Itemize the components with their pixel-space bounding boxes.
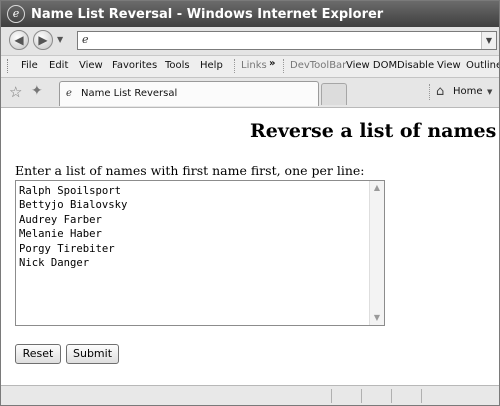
scroll-down-icon[interactable]: ▼ (370, 311, 384, 325)
menu-bar: File Edit View Favorites Tools Help Link… (1, 56, 499, 78)
devtoolbar-view-dom[interactable]: View DOM (346, 60, 397, 71)
add-favorites-icon[interactable]: ✦ (31, 83, 43, 99)
address-row: ◀ ▶ ▼ e ▼ (1, 27, 499, 56)
favorites-star-icon[interactable]: ☆ (9, 83, 22, 101)
menu-favorites[interactable]: Favorites (112, 60, 157, 71)
home-icon[interactable]: ⌂ (436, 84, 444, 99)
home-dropdown-icon[interactable]: ▼ (487, 88, 492, 96)
status-divider (331, 389, 332, 403)
scroll-up-icon[interactable]: ▲ (370, 181, 384, 195)
textarea-scrollbar[interactable]: ▲ ▼ (369, 181, 384, 325)
tab-name-list-reversal[interactable]: e Name List Reversal (59, 81, 319, 106)
names-textarea[interactable]: Ralph Spoilsport Bettyjo Bialovsky Audre… (15, 180, 385, 326)
devtoolbar-view[interactable]: View (437, 60, 461, 71)
menu-tools[interactable]: Tools (165, 60, 190, 71)
toolbar-grip[interactable] (7, 59, 11, 73)
address-dropdown-icon[interactable]: ▼ (481, 32, 496, 49)
address-input[interactable]: e ▼ (77, 31, 497, 50)
page-icon: e (66, 88, 72, 99)
menu-separator (234, 59, 235, 73)
menu-help[interactable]: Help (200, 60, 223, 71)
page-icon: e (82, 33, 89, 46)
browser-window: e Name List Reversal - Windows Internet … (0, 0, 500, 406)
page-content: Reverse a list of names Enter a list of … (1, 108, 499, 385)
forward-arrow-icon[interactable]: ▶ (33, 30, 53, 50)
status-divider (361, 389, 362, 403)
submit-button[interactable]: Submit (66, 344, 119, 364)
menu-edit[interactable]: Edit (49, 60, 68, 71)
status-divider (391, 389, 392, 403)
reset-button[interactable]: Reset (15, 344, 61, 364)
page-heading: Reverse a list of names (250, 120, 497, 142)
home-label[interactable]: Home (453, 86, 483, 97)
menu-view[interactable]: View (79, 60, 103, 71)
back-arrow-icon[interactable]: ◀ (9, 30, 29, 50)
names-text: Ralph Spoilsport Bettyjo Bialovsky Audre… (19, 185, 128, 270)
status-bar (1, 385, 499, 405)
devtoolbar-disable[interactable]: Disable (397, 60, 434, 71)
recent-pages-dropdown[interactable]: ▼ (57, 35, 63, 44)
tab-bar: ☆ ✦ e Name List Reversal ⌂ Home ▼ (1, 78, 499, 108)
title-bar: e Name List Reversal - Windows Internet … (1, 1, 499, 27)
toolbar-separator (429, 84, 430, 100)
names-prompt: Enter a list of names with first name fi… (15, 163, 365, 178)
new-tab-button[interactable] (321, 83, 347, 105)
status-divider (421, 389, 422, 403)
links-label[interactable]: Links (241, 60, 267, 71)
menu-separator (283, 59, 284, 73)
links-chevron-icon[interactable]: » (269, 58, 275, 69)
devtoolbar-label[interactable]: DevToolBar (290, 60, 346, 71)
ie-logo-icon: e (7, 5, 25, 23)
window-title: Name List Reversal - Windows Internet Ex… (31, 6, 384, 22)
tab-label: Name List Reversal (81, 88, 178, 99)
menu-file[interactable]: File (21, 60, 38, 71)
devtoolbar-outline[interactable]: Outline (466, 60, 499, 71)
